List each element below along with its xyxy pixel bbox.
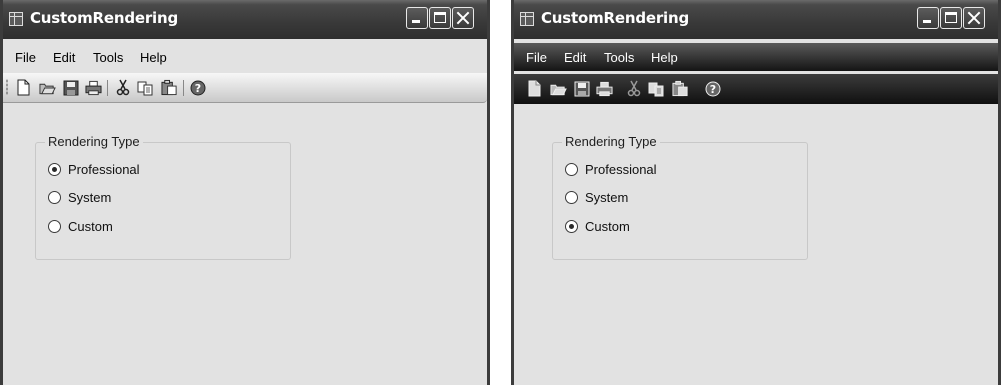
save-icon[interactable] bbox=[62, 79, 79, 96]
help-icon[interactable]: ? bbox=[189, 79, 206, 96]
close-button[interactable] bbox=[452, 7, 474, 29]
radio-button[interactable] bbox=[48, 220, 61, 233]
radio-label-system: System bbox=[585, 190, 629, 205]
menu-file[interactable]: File bbox=[15, 50, 36, 65]
toolbar-separator bbox=[183, 80, 184, 96]
print-icon[interactable] bbox=[85, 79, 102, 96]
rendering-type-groupbox: Rendering Type Professional System Custo… bbox=[552, 134, 808, 260]
groupbox-label: Rendering Type bbox=[45, 134, 143, 149]
open-folder-icon[interactable] bbox=[39, 79, 56, 96]
window-title: CustomRendering bbox=[30, 9, 178, 27]
new-document-icon[interactable] bbox=[526, 80, 543, 97]
copy-icon[interactable] bbox=[648, 80, 665, 97]
window-title: CustomRendering bbox=[541, 9, 689, 27]
paste-icon[interactable] bbox=[161, 79, 178, 96]
close-button[interactable] bbox=[963, 7, 985, 29]
radio-system[interactable]: System bbox=[48, 190, 111, 205]
menu-help[interactable]: Help bbox=[651, 50, 678, 65]
new-document-icon[interactable] bbox=[15, 79, 32, 96]
radio-professional[interactable]: Professional bbox=[48, 162, 140, 177]
radio-button-checked[interactable] bbox=[565, 220, 578, 233]
app-icon[interactable] bbox=[9, 12, 23, 26]
radio-button[interactable] bbox=[48, 191, 61, 204]
radio-button-checked[interactable] bbox=[48, 163, 61, 176]
radio-label-custom: Custom bbox=[585, 219, 630, 234]
radio-label-professional: Professional bbox=[68, 162, 140, 177]
toolbar: ? bbox=[514, 74, 998, 104]
svg-text:?: ? bbox=[194, 82, 200, 95]
radio-system[interactable]: System bbox=[565, 190, 628, 205]
print-icon[interactable] bbox=[596, 80, 613, 97]
cut-icon[interactable] bbox=[625, 80, 642, 97]
menu-bar: File Edit Tools Help bbox=[514, 43, 998, 71]
cut-icon[interactable] bbox=[114, 79, 131, 96]
radio-button[interactable] bbox=[565, 191, 578, 204]
window-professional-rendering: CustomRendering File Edit Tools Help ? R… bbox=[0, 0, 490, 385]
radio-label-system: System bbox=[68, 190, 112, 205]
radio-button[interactable] bbox=[565, 163, 578, 176]
menu-tools[interactable]: Tools bbox=[604, 50, 634, 65]
menu-tools[interactable]: Tools bbox=[93, 50, 123, 65]
svg-text:?: ? bbox=[709, 83, 715, 96]
title-bar[interactable]: CustomRendering bbox=[3, 0, 487, 39]
save-icon[interactable] bbox=[573, 80, 590, 97]
menu-edit[interactable]: Edit bbox=[564, 50, 586, 65]
radio-professional[interactable]: Professional bbox=[565, 162, 657, 177]
help-icon[interactable]: ? bbox=[704, 80, 721, 97]
menu-bar: File Edit Tools Help bbox=[3, 43, 487, 71]
copy-icon[interactable] bbox=[137, 79, 154, 96]
minimize-button[interactable] bbox=[917, 7, 939, 29]
paste-icon[interactable] bbox=[672, 80, 689, 97]
app-icon[interactable] bbox=[520, 12, 534, 26]
toolbar-separator bbox=[107, 80, 108, 96]
title-bar[interactable]: CustomRendering bbox=[514, 0, 998, 39]
window-custom-rendering: CustomRendering File Edit Tools Help ? R… bbox=[511, 0, 1001, 385]
open-folder-icon[interactable] bbox=[550, 80, 567, 97]
maximize-button[interactable] bbox=[940, 7, 962, 29]
toolbar-grip[interactable] bbox=[6, 79, 8, 95]
groupbox-label: Rendering Type bbox=[562, 134, 660, 149]
toolbar: ? bbox=[3, 73, 487, 103]
minimize-button[interactable] bbox=[406, 7, 428, 29]
rendering-type-groupbox: Rendering Type Professional System Custo… bbox=[35, 134, 291, 260]
menu-file[interactable]: File bbox=[526, 50, 547, 65]
radio-label-custom: Custom bbox=[68, 219, 113, 234]
radio-label-professional: Professional bbox=[585, 162, 657, 177]
menu-help[interactable]: Help bbox=[140, 50, 167, 65]
menu-edit[interactable]: Edit bbox=[53, 50, 75, 65]
maximize-button[interactable] bbox=[429, 7, 451, 29]
radio-custom[interactable]: Custom bbox=[48, 219, 113, 234]
radio-custom[interactable]: Custom bbox=[565, 219, 630, 234]
